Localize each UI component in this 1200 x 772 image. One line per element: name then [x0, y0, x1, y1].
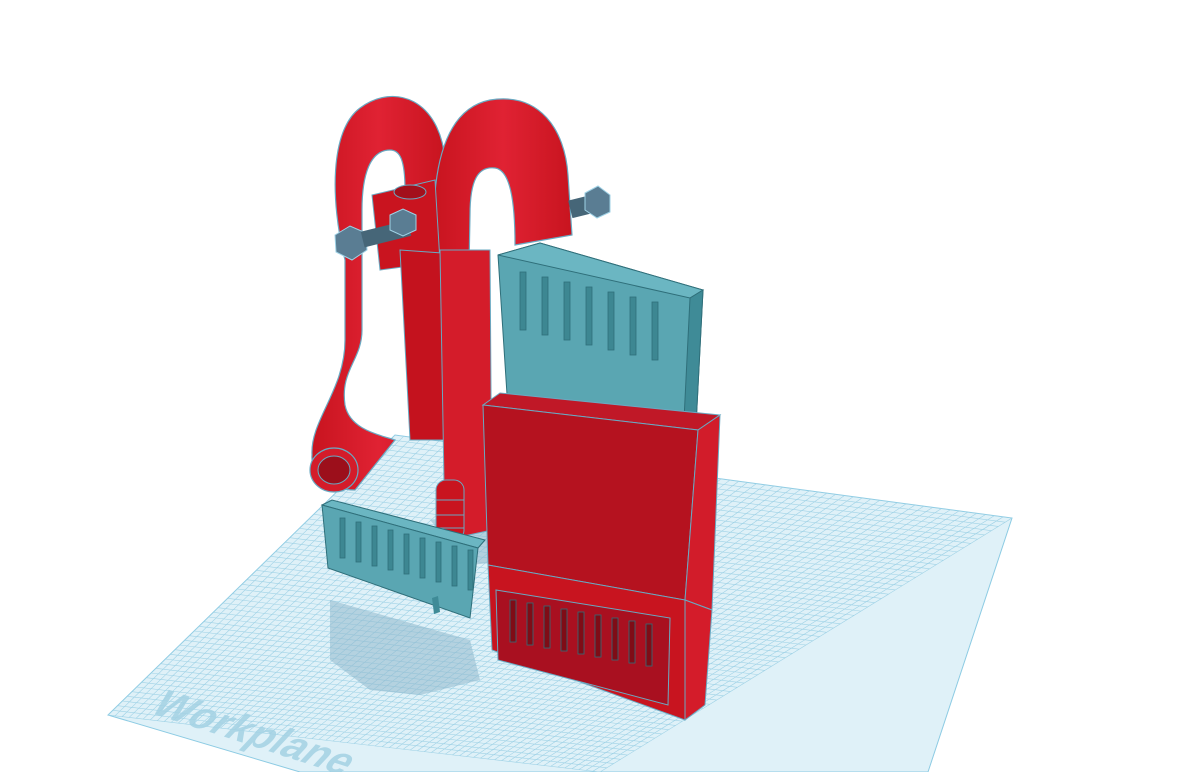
scene[interactable]: Workplane	[0, 0, 1200, 772]
bolt-right[interactable]	[568, 185, 611, 219]
3d-viewport[interactable]: Workplane	[0, 0, 1200, 772]
